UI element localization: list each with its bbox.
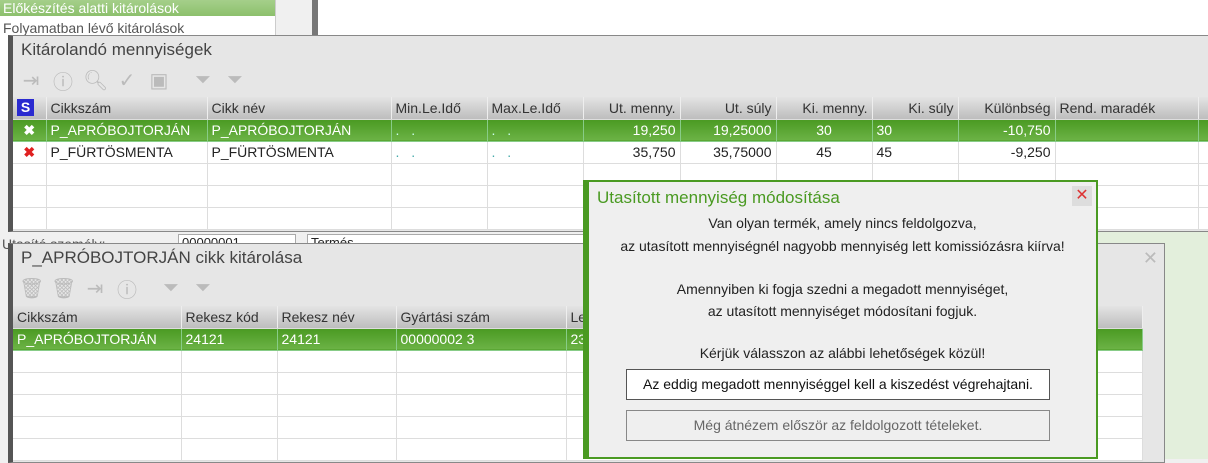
- close-icon[interactable]: ✕: [1143, 248, 1158, 269]
- col-rend[interactable]: Rend. maradék: [1055, 97, 1199, 120]
- col-rekesz-nev[interactable]: Rekesz név: [277, 306, 397, 329]
- cell-max: . .: [487, 119, 584, 142]
- review-button[interactable]: Még átnézem először az feldolgozott téte…: [626, 410, 1050, 441]
- cell-filler: [1198, 119, 1208, 142]
- cell-ki-menny: 45: [776, 141, 873, 164]
- proceed-button[interactable]: Az eddig megadott mennyiséggel kell a ki…: [626, 369, 1050, 400]
- background-grid: [312, 0, 1208, 36]
- cell-ki-suly: 45: [872, 141, 959, 164]
- dialog-title: Utasított mennyiség módosítása: [597, 188, 840, 207]
- check-icon[interactable]: ✓: [115, 68, 139, 93]
- cell-cikkszam: P_APRÓBOJTORJÁN: [46, 119, 208, 142]
- message-line: Van olyan termék, amely nincs feldolgozv…: [708, 215, 977, 231]
- cell-min: . .: [391, 141, 488, 164]
- nav-item-preparing[interactable]: Előkészítés alatti kitárolások: [0, 0, 275, 16]
- cell-nev: P_FÜRTÖSMENTA: [207, 141, 392, 164]
- col-ut-menny[interactable]: Ut. menny.: [583, 97, 681, 120]
- cell-kulonbseg: -10,750: [958, 119, 1056, 142]
- window-title: Kitárolandó mennyiségek: [21, 40, 212, 59]
- col-ut-suly[interactable]: Ut. súly: [680, 97, 777, 120]
- col-ki-suly[interactable]: Ki. súly: [872, 97, 959, 120]
- cell-ki-suly: 30: [872, 119, 959, 142]
- col-s[interactable]: S: [13, 97, 47, 120]
- error-x-icon: ✖: [13, 119, 47, 142]
- modify-quantity-dialog: Utasított mennyiség módosítása ✕ Van oly…: [583, 180, 1098, 459]
- col-cikknev[interactable]: Cikk név: [207, 97, 392, 120]
- filter-icon[interactable]: ⏷: [159, 277, 183, 300]
- cell-ki-menny: 30: [776, 119, 873, 142]
- col-cikkszam[interactable]: Cikkszám: [13, 306, 182, 329]
- error-x-icon: ✖: [13, 141, 47, 164]
- cell-filler: [1198, 141, 1208, 164]
- trolley-icon[interactable]: ▣: [147, 68, 171, 93]
- cell-ut-menny: 19,250: [583, 119, 681, 142]
- message-line: az utasított mennyiségnél nagyobb mennyi…: [620, 238, 1065, 254]
- close-icon[interactable]: ✕: [1072, 186, 1092, 206]
- col-rekesz-kod[interactable]: Rekesz kód: [181, 306, 278, 329]
- search-icon[interactable]: 🔍︎: [83, 68, 108, 93]
- table-row[interactable]: ✖ P_APRÓBOJTORJÁN P_APRÓBOJTORJÁN . . . …: [13, 119, 1208, 142]
- trash-icon[interactable]: 🗑︎: [19, 276, 44, 301]
- message-line: Kérjük válasszon az alábbi lehetőségek k…: [699, 345, 986, 361]
- trash-all-icon[interactable]: 🗑︎: [51, 276, 76, 301]
- col-filler: [1198, 97, 1208, 120]
- cell-nev: P_APRÓBOJTORJÁN: [207, 119, 392, 142]
- import-icon[interactable]: ⇥: [19, 68, 43, 93]
- cell-ut-suly: 35,75000: [680, 141, 777, 164]
- cell-rend: [1055, 141, 1199, 164]
- col-gyartasi-szam[interactable]: Gyártási szám: [396, 306, 567, 329]
- table-row[interactable]: ✖ P_FÜRTÖSMENTA P_FÜRTÖSMENTA . . . . 35…: [13, 141, 1208, 164]
- cell-kulonbseg: -9,250: [958, 141, 1056, 164]
- table-header: S Cikkszám Cikk név Min.Le.Idő Max.Le.Id…: [13, 97, 1208, 120]
- filter-clear-icon[interactable]: ⏷: [223, 69, 247, 92]
- cell-ut-suly: 19,25000: [680, 119, 777, 142]
- cell-max: . .: [487, 141, 584, 164]
- info-icon[interactable]: ⓘ: [115, 274, 139, 303]
- info-icon[interactable]: ⓘ: [51, 66, 75, 95]
- cell-nev: 24121: [277, 328, 397, 351]
- cell-ut-menny: 35,750: [583, 141, 681, 164]
- col-cikkszam[interactable]: Cikkszám: [46, 97, 208, 120]
- col-ki-menny[interactable]: Ki. menny.: [776, 97, 873, 120]
- nav-item-in-progress[interactable]: Folyamatban lévő kitárolások: [0, 20, 275, 36]
- filter-clear-icon[interactable]: ⏷: [191, 277, 215, 300]
- message-line: az utasított mennyiséget módosítani fogj…: [707, 303, 978, 319]
- cell-gyartasi: 00000002 3: [396, 328, 567, 351]
- toolbar: ⇥ ⓘ 🔍︎ ✓ ▣ ⏷ ⏷: [13, 66, 1208, 94]
- cell-rend: [1055, 119, 1199, 142]
- cell-kod: 24121: [181, 328, 278, 351]
- cell-cikkszam: P_FÜRTÖSMENTA: [46, 141, 208, 164]
- col-min[interactable]: Min.Le.Idő: [391, 97, 488, 120]
- filter-icon[interactable]: ⏷: [191, 69, 215, 92]
- col-max[interactable]: Max.Le.Idő: [487, 97, 584, 120]
- col-kulonbseg[interactable]: Különbség: [958, 97, 1056, 120]
- cell-cikkszam: P_APRÓBOJTORJÁN: [13, 328, 182, 351]
- message-line: Amennyiben ki fogja szedni a megadott me…: [676, 281, 1009, 297]
- cell-min: . .: [391, 119, 488, 142]
- import-icon[interactable]: ⇥: [83, 276, 107, 301]
